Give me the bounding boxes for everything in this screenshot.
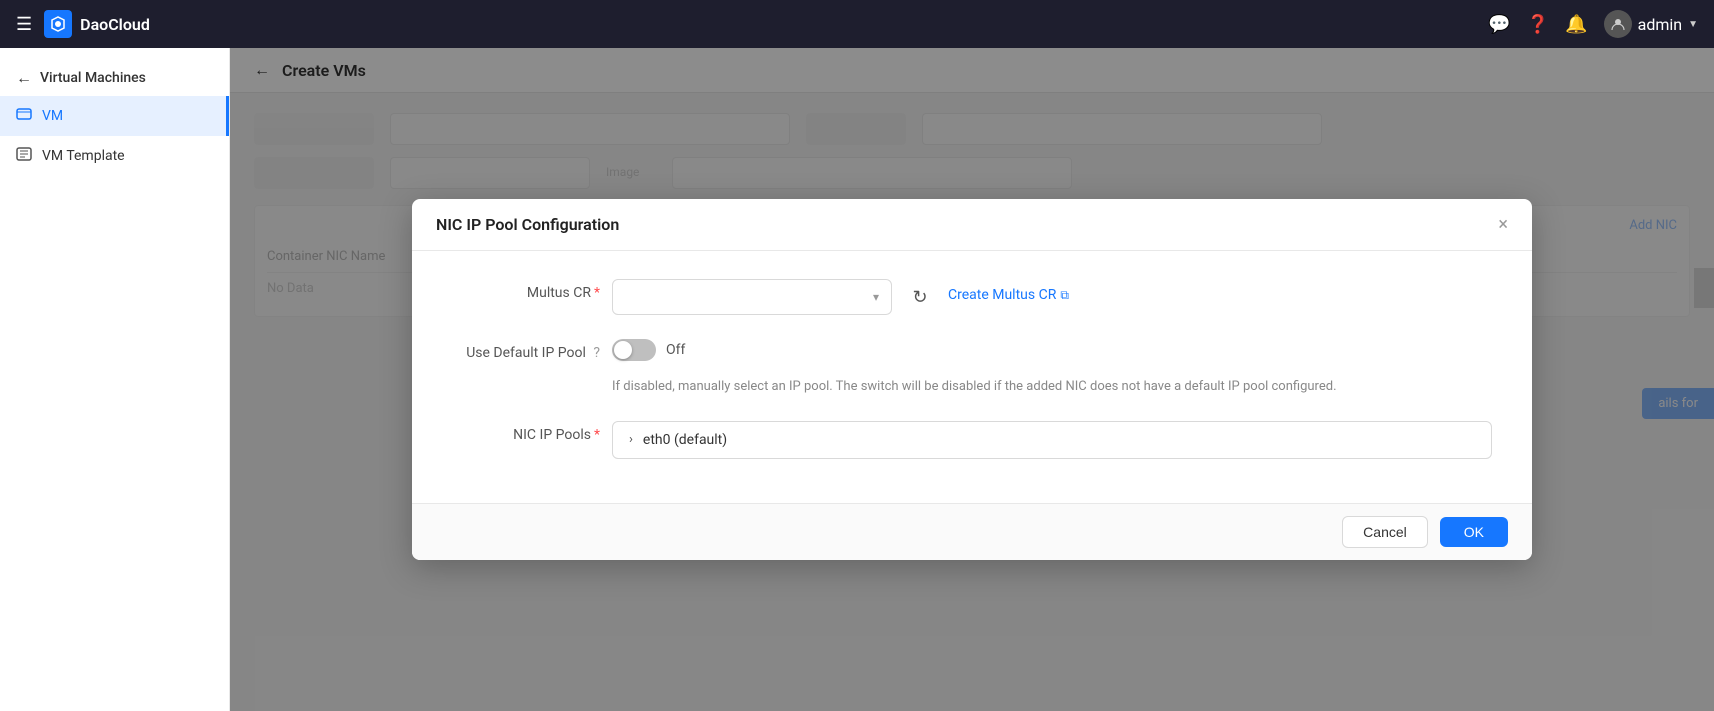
nic-pool-row-eth0[interactable]: › eth0 (default) [613, 422, 1491, 458]
toggle-row: Off [612, 339, 685, 361]
default-ip-pool-control: Off If disabled, manually select an IP p… [612, 339, 1492, 397]
modal-body: Multus CR* ▾ ↻ Create Multus CR ⧉ [412, 251, 1532, 503]
nic-ip-pools-label: NIC IP Pools* [452, 421, 612, 443]
multus-cr-row: Multus CR* ▾ ↻ Create Multus CR ⧉ [452, 279, 1492, 315]
default-ip-pool-row: Use Default IP Pool ? Off If disabled, m… [452, 339, 1492, 397]
toggle-help-text: If disabled, manually select an IP pool.… [612, 377, 1337, 397]
sidebar-item-vm-template[interactable]: VM Template [0, 136, 229, 176]
sidebar-back-label: Virtual Machines [40, 70, 146, 86]
sidebar-item-vm[interactable]: VM [0, 96, 229, 136]
help-tooltip-icon[interactable]: ? [593, 345, 600, 361]
notification-icon[interactable]: 🔔 [1565, 14, 1587, 35]
brand-logo-icon [44, 10, 72, 38]
user-chevron-icon: ▼ [1688, 19, 1698, 30]
modal-overlay: NIC IP Pool Configuration × Multus CR* [230, 48, 1714, 711]
modal-footer: Cancel OK [412, 503, 1532, 560]
use-default-ip-pool-toggle[interactable] [612, 339, 656, 361]
toggle-state-label: Off [666, 342, 685, 358]
select-chevron-icon: ▾ [873, 290, 879, 304]
nic-pool-name: eth0 (default) [643, 432, 727, 448]
cancel-button[interactable]: Cancel [1342, 516, 1428, 548]
help-icon[interactable]: ❓ [1527, 14, 1549, 35]
nic-pool-table: › eth0 (default) [612, 421, 1492, 459]
sidebar-item-vm-label: VM [42, 108, 63, 124]
brand-name: DaoCloud [80, 15, 150, 34]
multus-cr-select[interactable]: ▾ [612, 279, 892, 315]
user-name: admin [1638, 15, 1682, 34]
multus-cr-label: Multus CR* [452, 279, 612, 301]
navbar: ☰ DaoCloud 💬 ❓ 🔔 admin ▼ [0, 0, 1714, 48]
external-link-icon: ⧉ [1060, 288, 1069, 303]
chat-icon[interactable]: 💬 [1488, 14, 1510, 35]
modal-close-button[interactable]: × [1498, 216, 1508, 234]
nic-ip-pool-modal: NIC IP Pool Configuration × Multus CR* [412, 199, 1532, 560]
brand: DaoCloud [44, 10, 150, 38]
nic-ip-pools-control: › eth0 (default) [612, 421, 1492, 459]
modal-header: NIC IP Pool Configuration × [412, 199, 1532, 251]
sidebar: ← Virtual Machines VM VM Template [0, 48, 230, 711]
modal-title: NIC IP Pool Configuration [436, 215, 619, 234]
sidebar-item-vm-template-label: VM Template [42, 148, 125, 164]
nic-ip-pools-row: NIC IP Pools* › eth0 (default) [452, 421, 1492, 459]
toggle-knob [614, 341, 632, 359]
default-ip-pool-label: Use Default IP Pool ? [452, 339, 612, 361]
content-area: ← Create VMs Image Add NIC Container NIC… [230, 48, 1714, 711]
refresh-button[interactable]: ↻ [902, 279, 938, 315]
avatar [1604, 10, 1632, 38]
expand-row-icon[interactable]: › [629, 432, 633, 447]
navbar-right: 💬 ❓ 🔔 admin ▼ [1488, 10, 1698, 38]
create-multus-cr-link[interactable]: Create Multus CR ⧉ [948, 279, 1069, 303]
ok-button[interactable]: OK [1440, 517, 1508, 547]
main-layout: ← Virtual Machines VM VM Template ← Crea… [0, 48, 1714, 711]
user-section[interactable]: admin ▼ [1604, 10, 1698, 38]
back-arrow-icon: ← [16, 68, 32, 88]
multus-cr-control: ▾ ↻ Create Multus CR ⧉ [612, 279, 1492, 315]
sidebar-back-nav[interactable]: ← Virtual Machines [0, 60, 229, 96]
vm-template-icon [16, 146, 32, 166]
navbar-left: ☰ DaoCloud [16, 10, 150, 38]
hamburger-icon[interactable]: ☰ [16, 14, 32, 35]
vm-icon [16, 106, 32, 126]
